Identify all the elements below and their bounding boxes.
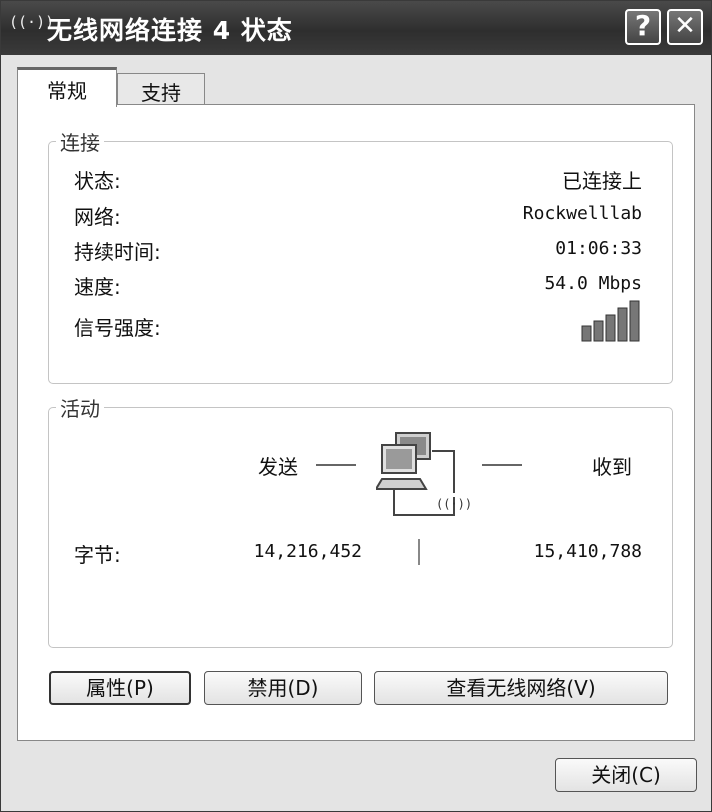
signal-strength-icon — [581, 300, 640, 342]
signal-bar-5 — [629, 300, 640, 342]
wireless-icon: ((·)) — [9, 13, 55, 31]
bytes-sent-value: 14,216,452 — [253, 541, 362, 562]
signal-bar-1 — [581, 325, 592, 342]
tab-support[interactable]: 支持 — [117, 73, 205, 105]
status-dialog: ((·)) 无线网络连接 4 状态 ? ✕ 常规 支持 连接 状态: 已连接上 … — [0, 0, 712, 812]
activity-group-label: 活动 — [56, 393, 104, 422]
speed-value: 54.0 Mbps — [544, 273, 642, 294]
duration-label: 持续时间: — [74, 240, 161, 264]
view-wireless-networks-button[interactable]: 查看无线网络(V) — [374, 671, 668, 705]
network-value: Rockwelllab — [522, 203, 642, 224]
sent-label: 发送 — [258, 455, 298, 479]
wifi-signal-icon: ((·)) — [436, 497, 473, 511]
speed-label: 速度: — [74, 275, 121, 299]
duration-value: 01:06:33 — [555, 238, 642, 259]
signal-bar-3 — [605, 314, 616, 342]
signal-bar-2 — [593, 320, 604, 342]
bytes-received-value: 15,410,788 — [533, 541, 642, 562]
connection-group-label: 连接 — [56, 127, 104, 156]
bytes-label: 字节: — [74, 543, 121, 567]
sent-connector-line — [316, 464, 356, 466]
close-window-button[interactable]: ✕ — [667, 9, 703, 45]
activity-group — [48, 407, 673, 648]
signal-strength-label: 信号强度: — [74, 316, 161, 340]
disable-button[interactable]: 禁用(D) — [204, 671, 362, 705]
general-tab-panel: 连接 状态: 已连接上 网络: Rockwelllab 持续时间: 01:06:… — [17, 104, 695, 741]
status-value: 已连接上 — [562, 169, 642, 193]
close-button[interactable]: 关闭(C) — [555, 758, 697, 792]
tab-general[interactable]: 常规 — [17, 67, 117, 107]
received-connector-line — [482, 464, 522, 466]
status-label: 状态: — [74, 169, 121, 193]
properties-button[interactable]: 属性(P) — [49, 671, 191, 705]
help-button[interactable]: ? — [625, 9, 661, 45]
title-bar[interactable]: ((·)) 无线网络连接 4 状态 ? ✕ — [1, 1, 711, 55]
received-label: 收到 — [592, 455, 632, 479]
bytes-divider — [418, 539, 420, 565]
network-label: 网络: — [74, 205, 121, 229]
window-title: 无线网络连接 4 状态 — [47, 16, 293, 45]
signal-bar-4 — [617, 307, 628, 342]
